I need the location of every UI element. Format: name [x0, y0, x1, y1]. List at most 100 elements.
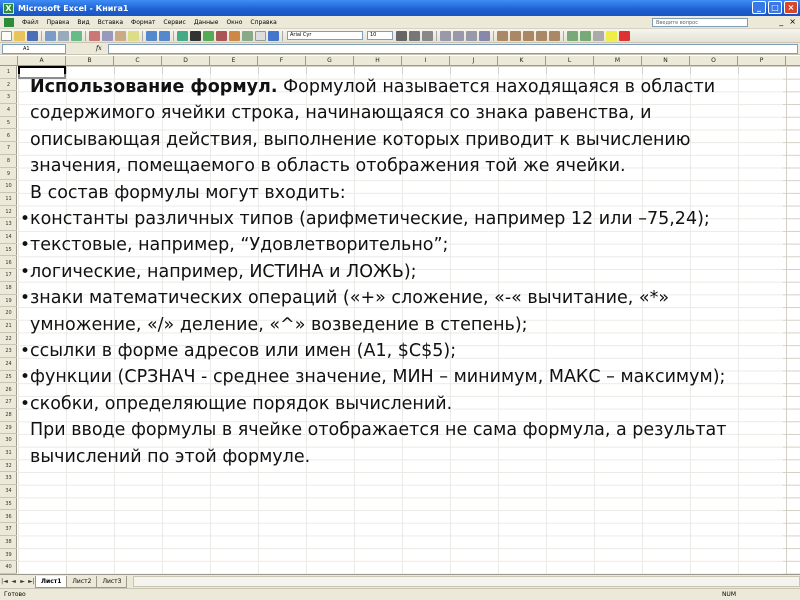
minimize-button[interactable]: _ [752, 1, 766, 14]
row-header[interactable]: 28 [0, 409, 17, 422]
row-header[interactable]: 1 [0, 66, 17, 79]
drawing-icon[interactable] [242, 30, 253, 41]
autosum-icon[interactable] [190, 30, 201, 41]
menu-file[interactable]: Файл [18, 19, 43, 26]
fill-color-icon[interactable] [606, 30, 617, 41]
column-header[interactable]: F [258, 56, 306, 66]
increase-decimal-icon[interactable] [536, 30, 547, 41]
formula-input[interactable] [107, 43, 798, 54]
sort-desc-icon[interactable] [216, 30, 227, 41]
row-header[interactable]: 27 [0, 396, 17, 409]
row-header[interactable]: 6 [0, 130, 17, 143]
column-header[interactable]: D [162, 56, 210, 66]
menu-tools[interactable]: Сервис [159, 19, 189, 26]
sheet-tab-3[interactable]: Лист3 [96, 575, 128, 588]
zoom-icon[interactable] [255, 30, 266, 41]
decrease-decimal-icon[interactable] [549, 30, 560, 41]
row-header[interactable]: 36 [0, 511, 17, 524]
row-header[interactable]: 37 [0, 523, 17, 536]
column-header[interactable]: M [594, 56, 642, 66]
align-right-icon[interactable] [466, 30, 477, 41]
column-header[interactable]: E [210, 56, 258, 66]
menu-format[interactable]: Формат [127, 19, 159, 26]
decrease-indent-icon[interactable] [567, 30, 578, 41]
sheet-tab-2[interactable]: Лист2 [66, 575, 98, 588]
help-icon[interactable] [268, 30, 279, 41]
row-header[interactable]: 7 [0, 142, 17, 155]
spelling-icon[interactable] [71, 30, 82, 41]
align-left-icon[interactable] [440, 30, 451, 41]
row-header[interactable]: 21 [0, 320, 17, 333]
column-header[interactable]: J [450, 56, 498, 66]
row-header[interactable]: 39 [0, 549, 17, 562]
save-icon[interactable] [27, 30, 38, 41]
chart-wizard-icon[interactable] [229, 30, 240, 41]
column-header[interactable]: I [402, 56, 450, 66]
column-header[interactable]: N [642, 56, 690, 66]
workbook-minimize-button[interactable]: _ [779, 17, 783, 26]
row-header[interactable]: 26 [0, 384, 17, 397]
row-header[interactable]: 12 [0, 206, 17, 219]
first-sheet-button[interactable]: |◄ [0, 578, 9, 585]
row-header[interactable]: 11 [0, 193, 17, 206]
menu-edit[interactable]: Правка [43, 19, 74, 26]
row-header[interactable]: 30 [0, 434, 17, 447]
increase-indent-icon[interactable] [580, 30, 591, 41]
cut-icon[interactable] [89, 30, 100, 41]
row-header[interactable]: 33 [0, 472, 17, 486]
menu-view[interactable]: Вид [73, 19, 93, 26]
column-header[interactable]: C [114, 56, 162, 66]
horizontal-scrollbar[interactable] [133, 576, 800, 587]
row-header[interactable]: 34 [0, 485, 17, 498]
redo-icon[interactable] [159, 30, 170, 41]
row-header[interactable]: 35 [0, 498, 17, 511]
comma-style-icon[interactable] [523, 30, 534, 41]
menu-data[interactable]: Данные [190, 19, 223, 26]
underline-icon[interactable] [422, 30, 433, 41]
italic-icon[interactable] [409, 30, 420, 41]
row-header[interactable]: 4 [0, 104, 17, 117]
copy-icon[interactable] [102, 30, 113, 41]
row-header[interactable]: 8 [0, 155, 17, 168]
row-header[interactable]: 20 [0, 307, 17, 320]
fx-icon[interactable]: fx [96, 45, 102, 52]
bold-icon[interactable] [396, 30, 407, 41]
row-header[interactable]: 32 [0, 460, 17, 473]
sheet-tab-1[interactable]: Лист1 [35, 575, 68, 588]
row-header[interactable]: 22 [0, 333, 17, 346]
font-color-icon[interactable] [619, 30, 630, 41]
row-header[interactable]: 14 [0, 231, 17, 244]
row-header[interactable]: 25 [0, 371, 17, 384]
font-name-select[interactable]: Arial Cyr [287, 31, 363, 40]
row-header[interactable]: 17 [0, 269, 17, 282]
font-size-select[interactable]: 10 [367, 31, 393, 40]
row-header[interactable]: 10 [0, 180, 17, 193]
close-button[interactable]: × [784, 1, 798, 14]
column-header[interactable]: H [354, 56, 402, 66]
row-header[interactable]: 5 [0, 117, 17, 130]
maximize-button[interactable]: □ [768, 1, 782, 14]
percent-icon[interactable] [510, 30, 521, 41]
row-header[interactable]: 18 [0, 282, 17, 295]
currency-icon[interactable] [497, 30, 508, 41]
row-header[interactable]: 13 [0, 218, 17, 232]
column-header[interactable]: G [306, 56, 354, 66]
select-all-corner[interactable] [0, 56, 18, 66]
row-header[interactable]: 2 [0, 79, 17, 92]
column-header[interactable]: L [546, 56, 594, 66]
worksheet-grid[interactable]: ABCDEFGHIJKLMNOP 1 2 3 4 5 6 7 8 9 10 11 12 13 14 15 16… [0, 56, 800, 574]
row-header[interactable]: 38 [0, 536, 17, 549]
column-header[interactable]: O [690, 56, 738, 66]
row-header[interactable]: 3 [0, 91, 17, 105]
row-header[interactable]: 9 [0, 168, 17, 181]
format-painter-icon[interactable] [128, 30, 139, 41]
menu-help[interactable]: Справка [246, 19, 280, 26]
row-header[interactable]: 15 [0, 244, 17, 257]
column-header[interactable]: A [18, 56, 66, 66]
row-header[interactable]: 19 [0, 295, 17, 308]
prev-sheet-button[interactable]: ◄ [9, 578, 18, 585]
row-header[interactable]: 23 [0, 345, 17, 359]
menu-window[interactable]: Окно [222, 19, 246, 26]
print-icon[interactable] [45, 30, 56, 41]
sort-asc-icon[interactable] [203, 30, 214, 41]
